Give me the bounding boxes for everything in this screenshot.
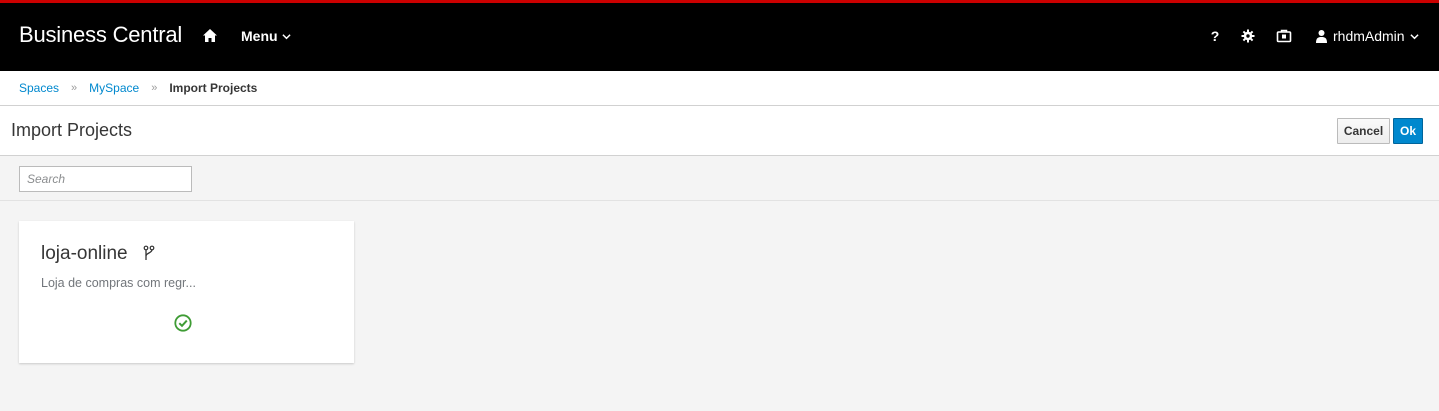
- search-toolbar: [0, 156, 1439, 201]
- help-icon[interactable]: ?: [1207, 28, 1223, 44]
- project-name: loja-online: [41, 243, 128, 264]
- user-icon: [1316, 30, 1327, 43]
- cancel-button[interactable]: Cancel: [1337, 118, 1390, 144]
- page-header: Import Projects Cancel Ok: [0, 106, 1439, 156]
- breadcrumb-separator-icon: »: [151, 82, 158, 94]
- breadcrumb: Spaces » MySpace » Import Projects: [0, 71, 1439, 106]
- search-input[interactable]: [19, 166, 192, 192]
- breadcrumb-separator-icon: »: [71, 82, 78, 94]
- user-name: rhdmAdmin: [1333, 28, 1405, 44]
- user-menu[interactable]: rhdmAdmin: [1315, 28, 1419, 44]
- brand-title[interactable]: Business Central: [19, 22, 182, 48]
- breadcrumb-myspace[interactable]: MySpace: [89, 81, 139, 95]
- git-branch-icon: [143, 245, 155, 260]
- breadcrumb-spaces[interactable]: Spaces: [19, 81, 59, 95]
- menu-label: Menu: [241, 28, 278, 44]
- chevron-down-icon: [1409, 33, 1419, 39]
- chevron-down-icon: [281, 33, 291, 39]
- check-circle-icon: [174, 314, 192, 332]
- ok-button[interactable]: Ok: [1393, 118, 1423, 144]
- breadcrumb-current: Import Projects: [169, 81, 258, 95]
- project-description: Loja de compras com regr...: [41, 276, 196, 290]
- gear-icon[interactable]: [1240, 28, 1256, 44]
- briefcase-icon[interactable]: [1276, 28, 1292, 44]
- home-icon[interactable]: [201, 27, 219, 45]
- project-card[interactable]: loja-online Loja de compras com regr...: [19, 221, 354, 363]
- menu-dropdown[interactable]: Menu: [241, 28, 291, 44]
- top-navbar: Business Central Menu ? rhdmAdmin: [0, 0, 1439, 71]
- page-title: Import Projects: [11, 120, 133, 140]
